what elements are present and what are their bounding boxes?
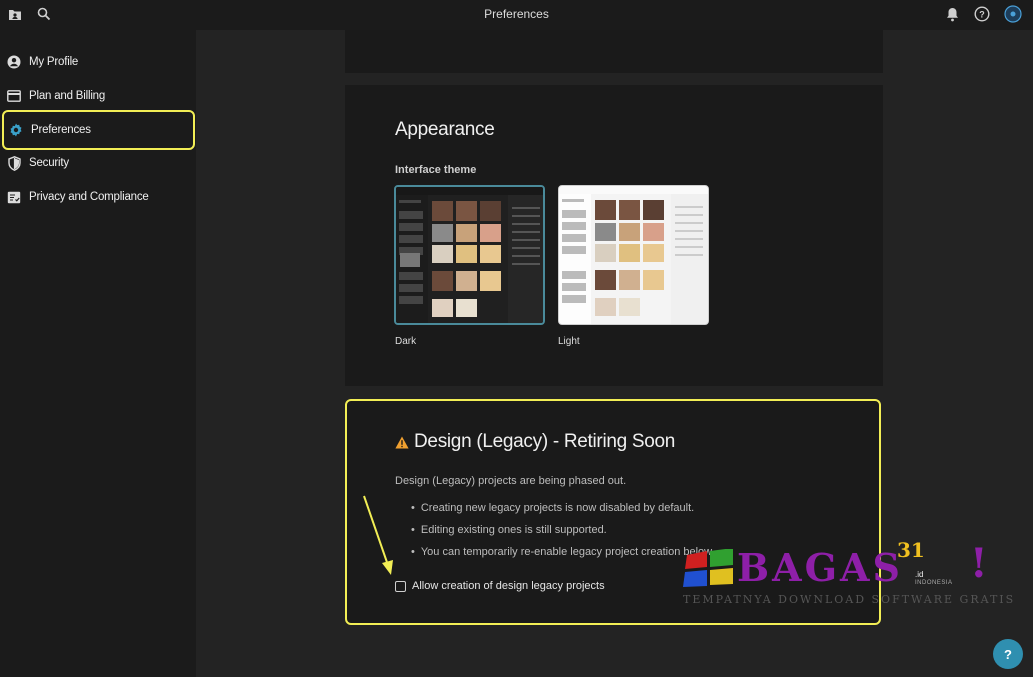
legacy-description: Design (Legacy) projects are being phase… — [395, 475, 627, 487]
shield-icon — [6, 155, 22, 171]
sidebar-item-label: Preferences — [31, 124, 91, 136]
bell-icon[interactable] — [943, 5, 961, 23]
avatar[interactable] — [1004, 5, 1022, 23]
annotation-arrow-icon — [363, 495, 393, 575]
appearance-panel: Appearance Interface theme Dark Light — [345, 85, 883, 386]
window-title: Preferences — [484, 7, 549, 21]
watermark-number: 31 — [897, 538, 925, 562]
gear-icon — [8, 122, 24, 138]
watermark-brand: BAGAS — [737, 545, 903, 590]
legacy-bullet-list: Creating new legacy projects is now disa… — [411, 497, 715, 563]
theme-label-light: Light — [558, 336, 580, 347]
card-icon — [6, 88, 22, 104]
top-bar: Preferences ? — [0, 0, 1033, 30]
theme-label-dark: Dark — [395, 336, 417, 347]
sidebar: My Profile Plan and Billing Preferences … — [0, 30, 196, 677]
sidebar-item-label: Security — [29, 157, 69, 169]
sidebar-item-preferences[interactable]: Preferences — [2, 110, 195, 150]
dark-theme-preview-icon — [396, 187, 543, 323]
help-circle-icon[interactable]: ? — [973, 5, 991, 23]
user-circle-icon — [6, 54, 22, 70]
sidebar-item-label: My Profile — [29, 56, 79, 68]
legacy-heading: Design (Legacy) - Retiring Soon — [395, 431, 675, 453]
legacy-heading-text: Design (Legacy) - Retiring Soon — [414, 431, 676, 452]
watermark-exclamation: ! — [970, 540, 988, 587]
sidebar-item-my-profile[interactable]: My Profile — [0, 47, 196, 77]
allow-legacy-checkbox[interactable] — [395, 580, 406, 592]
document-check-icon — [6, 189, 22, 205]
list-item: Creating new legacy projects is now disa… — [411, 497, 715, 519]
theme-option-light[interactable] — [558, 185, 709, 325]
help-button[interactable]: ? — [993, 639, 1023, 669]
allow-legacy-checkbox-label: Allow creation of design legacy projects — [412, 580, 605, 592]
light-theme-preview-icon — [559, 186, 708, 324]
sidebar-item-label: Privacy and Compliance — [29, 191, 149, 203]
allow-legacy-checkbox-row[interactable]: Allow creation of design legacy projects — [395, 580, 605, 592]
sidebar-item-privacy-compliance[interactable]: Privacy and Compliance — [0, 182, 196, 212]
windows-flag-icon — [683, 549, 733, 587]
watermark-domain: .id — [915, 570, 924, 579]
interface-theme-label: Interface theme — [395, 164, 477, 176]
appearance-heading: Appearance — [395, 119, 495, 140]
theme-option-dark[interactable] — [394, 185, 545, 325]
list-item: You can temporarily re-enable legacy pro… — [411, 541, 715, 563]
list-item: Editing existing ones is still supported… — [411, 519, 715, 541]
warning-icon — [395, 436, 409, 449]
sidebar-item-security[interactable]: Security — [0, 148, 196, 178]
previous-section-panel — [345, 30, 883, 73]
svg-text:?: ? — [979, 10, 985, 20]
sidebar-item-plan-billing[interactable]: Plan and Billing — [0, 81, 196, 111]
watermark: BAGAS 31 .id INDONESIA ! TEMPATNYA DOWNL… — [683, 538, 1013, 613]
sidebar-item-label: Plan and Billing — [29, 90, 106, 102]
watermark-tagline: TEMPATNYA DOWNLOAD SOFTWARE GRATIS — [683, 593, 1016, 606]
watermark-country: INDONESIA — [915, 580, 953, 586]
